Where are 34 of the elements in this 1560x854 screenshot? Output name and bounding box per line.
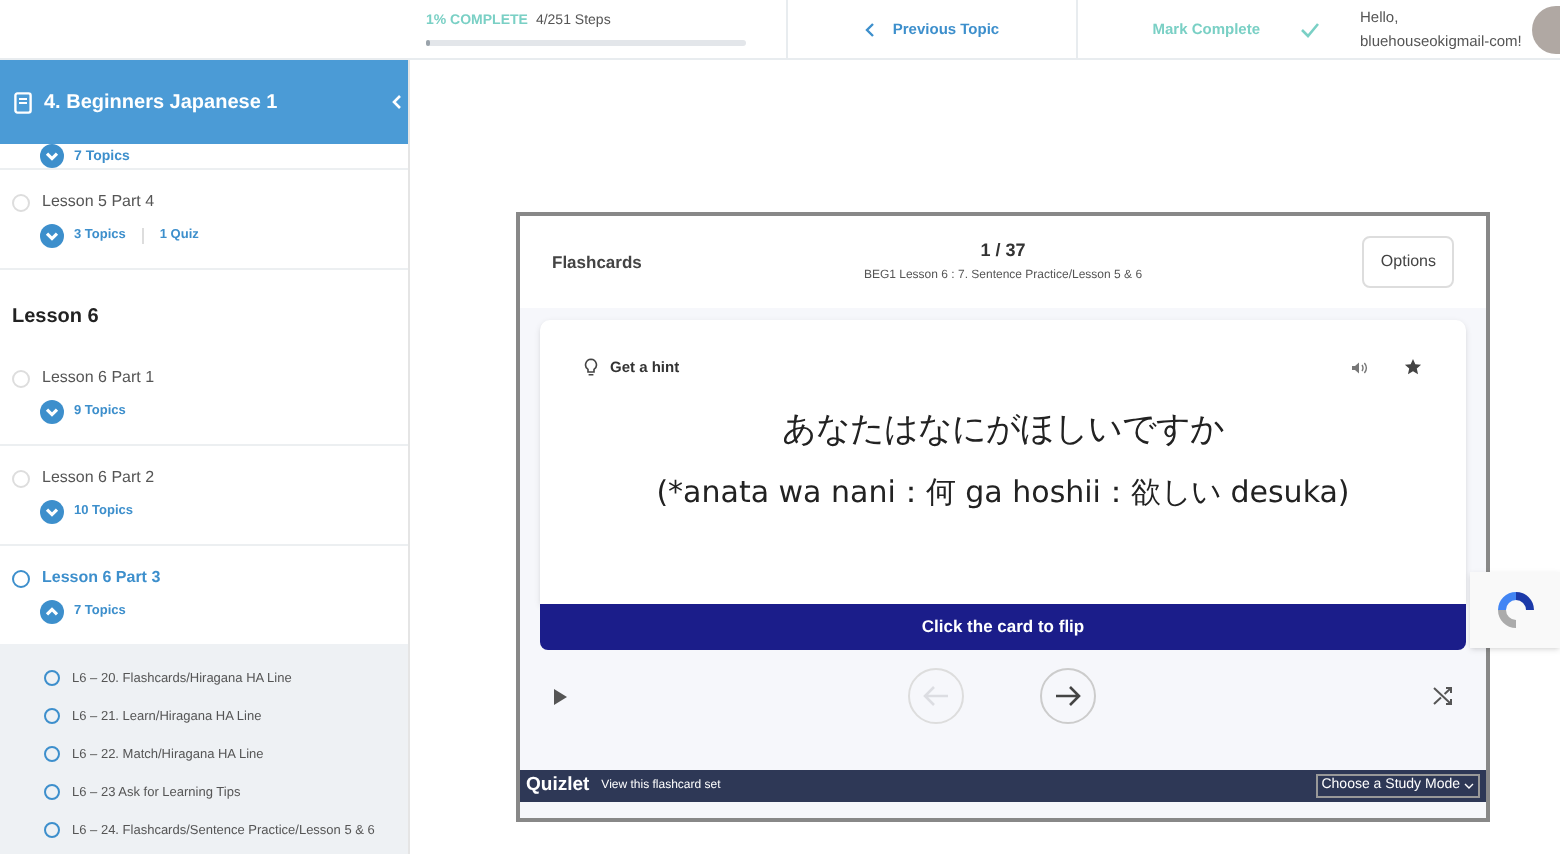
expand-icon[interactable] [40, 600, 64, 624]
expand-icon[interactable] [40, 144, 64, 168]
arrow-right-icon [1054, 684, 1082, 708]
card-counter: 1 / 37 [980, 237, 1026, 264]
lesson-title[interactable]: Lesson 6 Part 1 [42, 366, 155, 390]
chevron-left-icon [391, 94, 401, 110]
lesson-title[interactable]: Lesson 6 Part 3 [42, 566, 161, 590]
card-term: あなたはなにがほしいですか [782, 408, 1224, 455]
play-icon[interactable] [552, 687, 568, 705]
recaptcha-badge[interactable] [1470, 572, 1560, 648]
card-reading: (*anata wa nani：何 ga hoshii：欲しい desuka) [656, 471, 1350, 514]
avatar[interactable] [1532, 5, 1560, 53]
star-icon[interactable] [1404, 358, 1422, 377]
lesson-title[interactable]: Lesson 6 Part 2 [42, 466, 155, 490]
flip-banner[interactable]: Click the card to flip [540, 604, 1466, 650]
chevron-down-icon [1464, 782, 1474, 790]
checkmark-icon [1300, 21, 1320, 37]
chevron-left-icon [864, 21, 877, 37]
shuffle-icon[interactable] [1432, 686, 1454, 706]
options-button[interactable]: Options [1362, 236, 1454, 288]
quizlet-logo: Quizlet [526, 771, 590, 800]
expand-icon[interactable] [40, 500, 64, 524]
embed-title: Flashcards [552, 249, 644, 275]
next-card-button[interactable] [1040, 668, 1096, 724]
speaker-icon[interactable] [1350, 359, 1368, 376]
book-icon [14, 91, 32, 113]
course-title: 4. Beginners Japanese 1 [44, 89, 278, 117]
lightbulb-icon [584, 358, 598, 377]
expand-icon[interactable] [40, 224, 64, 248]
arrow-left-icon [922, 684, 950, 708]
section-heading: Lesson 6 [12, 306, 99, 328]
expand-icon[interactable] [40, 400, 64, 424]
lesson-title[interactable]: Lesson 5 Part 4 [42, 190, 155, 214]
flip-hint: Click the card to flip [921, 614, 1085, 640]
